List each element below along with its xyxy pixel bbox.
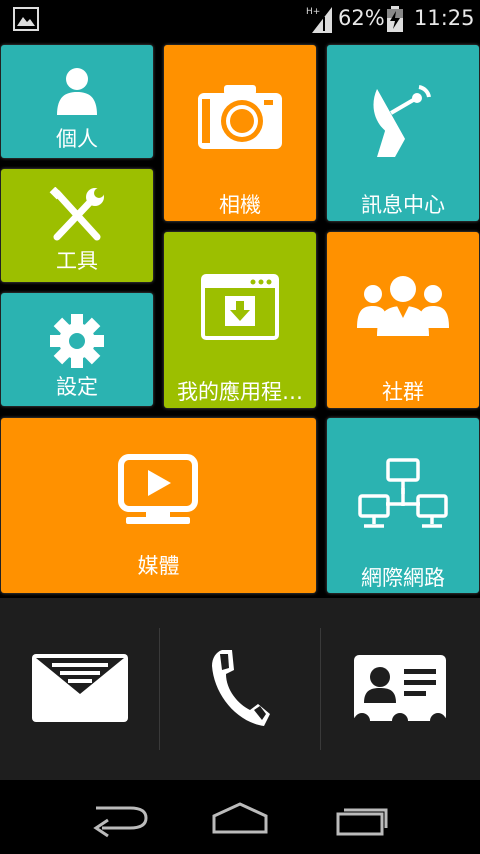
tile-personal[interactable]: 個人	[1, 45, 153, 158]
tile-label: 相機	[219, 193, 261, 217]
battery-percent: 62%	[338, 6, 385, 30]
tile-label: 社群	[382, 380, 424, 404]
dock-contacts-button[interactable]	[321, 598, 480, 780]
back-icon[interactable]	[80, 798, 160, 838]
image-notification-icon	[13, 7, 39, 31]
tile-label: 設定	[56, 375, 98, 399]
recents-icon[interactable]	[320, 798, 400, 838]
play-monitor-icon	[118, 454, 198, 524]
tile-internet[interactable]: 網際網路	[327, 418, 479, 593]
tile-community[interactable]: 社群	[327, 232, 479, 408]
clock: 11:25	[414, 6, 475, 30]
tile-settings[interactable]: 設定	[1, 293, 153, 406]
tile-message-center[interactable]: 訊息中心	[327, 45, 479, 221]
tile-label: 個人	[56, 127, 98, 151]
contact-card-icon	[354, 655, 446, 721]
group-icon	[357, 276, 449, 336]
tile-label: 媒體	[137, 554, 180, 578]
tile-tools[interactable]: 工具	[1, 169, 153, 282]
wrench-screwdriver-icon	[49, 187, 104, 241]
svg-text:H+: H+	[306, 7, 320, 17]
tile-label: 訊息中心	[361, 193, 445, 217]
dock	[0, 598, 480, 780]
gear-icon	[50, 314, 104, 368]
tile-label: 我的應用程…	[177, 380, 303, 404]
download-window-icon	[201, 274, 279, 340]
tile-media[interactable]: 媒體	[1, 418, 316, 593]
person-icon	[57, 68, 97, 115]
network-icon	[358, 458, 448, 528]
camera-icon	[198, 85, 282, 149]
envelope-icon	[32, 654, 128, 722]
satellite-dish-icon	[373, 85, 431, 157]
tile-my-apps[interactable]: 我的應用程…	[164, 232, 316, 408]
status-bar: H+ 62% 11:25	[0, 0, 480, 38]
dock-phone-button[interactable]	[160, 598, 320, 780]
tile-camera[interactable]: 相機	[164, 45, 316, 221]
tile-label: 網際網路	[361, 566, 445, 590]
home-icon[interactable]	[200, 798, 280, 838]
tile-label: 工具	[56, 249, 98, 273]
navigation-bar	[0, 780, 480, 854]
phone-icon	[212, 650, 270, 726]
dock-messages-button[interactable]	[0, 598, 160, 780]
battery-charging-icon	[387, 6, 403, 32]
signal-icon: H+	[306, 7, 332, 33]
